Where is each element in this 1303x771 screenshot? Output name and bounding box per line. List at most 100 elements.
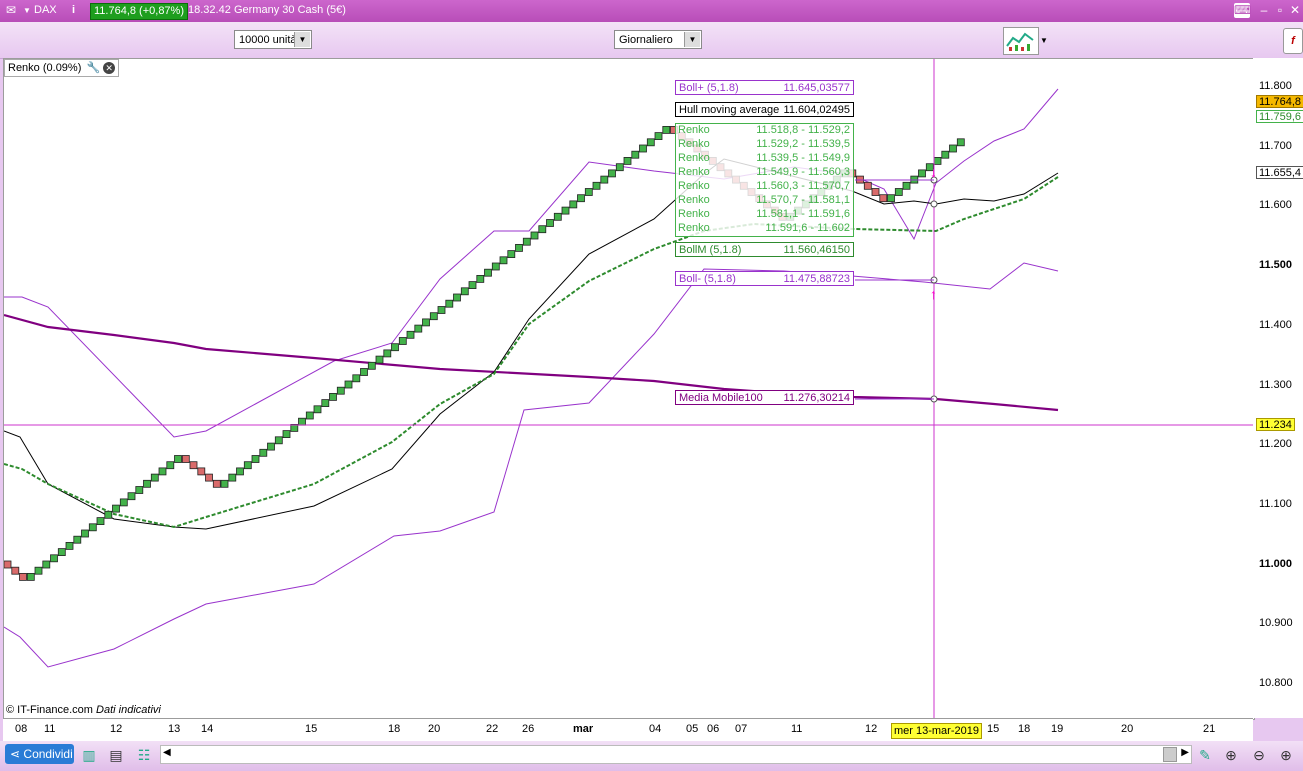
info-icon[interactable]: i (72, 4, 75, 16)
chevron-down-icon[interactable]: ▼ (684, 32, 700, 47)
renko-brick-up (592, 181, 601, 190)
last-price-tag: 11.764,8 (1256, 95, 1303, 108)
keyboard-icon[interactable]: ⌨ (1234, 3, 1251, 18)
renko-brick-up (42, 560, 51, 569)
renko-brick-up (57, 548, 66, 557)
renko-brick-up (391, 343, 399, 352)
x-tick-label: 19 (1051, 723, 1064, 735)
list-icon[interactable]: ▤ (106, 745, 126, 765)
tooltip-value: 11.560,46150 (783, 244, 850, 256)
renko-brick-up (282, 430, 291, 439)
horizontal-scrollbar[interactable]: ◀ ▶ (160, 745, 1192, 764)
scroll-right-icon[interactable]: ▶ (1181, 747, 1189, 758)
zoom-in-icon[interactable]: ⊕ (1276, 745, 1296, 765)
renko-brick-up (460, 287, 469, 296)
tooltip-label: Media Mobile100 (679, 392, 763, 404)
renko-brick-up (507, 250, 516, 259)
renko-brick-up (329, 392, 337, 401)
close-icon[interactable]: ✕ (1287, 3, 1303, 18)
x-tick-label: 07 (735, 723, 748, 735)
renko-brick-up (569, 200, 578, 209)
tooltip-value: 11.645,03577 (783, 82, 850, 94)
renko-brick-up (654, 132, 663, 140)
renko-row: Renko 11.529,2 - 11.539,5 (676, 138, 853, 152)
renko-brick-up (81, 529, 89, 538)
maximize-icon[interactable]: ▫ (1272, 3, 1288, 18)
x-tick-label: 22 (486, 723, 499, 735)
renko-brick-up (375, 355, 384, 364)
renko-brick-up (530, 231, 539, 240)
chevron-down-icon[interactable]: ▼ (294, 32, 310, 47)
renko-brick-up (243, 461, 252, 470)
share-icon: ⋖ (10, 747, 21, 761)
chart-type-button[interactable] (1003, 27, 1039, 55)
renko-brick-down (871, 188, 880, 196)
tooltip-renko: Renko 11.518,8 - 11.529,2 Renko 11.529,2 -… (675, 123, 854, 237)
tooltip-label: Boll- (5,1.8) (679, 273, 736, 285)
chart-toolbar: 10000 unità ▼ Giornaliero ▼ ▼ f (0, 22, 1303, 59)
price-axis[interactable]: 11.800 11.700 11.600 11.500 11.400 11.300 11.2… (1253, 58, 1303, 718)
y-tick-label: 11.400 (1259, 318, 1292, 331)
drawing-tool-icon[interactable]: ✎ (1195, 745, 1215, 765)
renko-brick-down (11, 566, 20, 575)
renko-brick-down (879, 194, 888, 203)
x-tick-label: 06 (707, 723, 720, 735)
date-axis[interactable]: 08 11 12 13 14 15 18 20 22 26 mar 04 05 06 07 11 12 15 18 1… (3, 718, 1253, 741)
renko-brick-up (104, 510, 113, 519)
zoom-out-icon[interactable]: ⊖ (1249, 745, 1269, 765)
zoom-fit-icon[interactable]: ⊕ (1221, 745, 1241, 765)
y-tick-label: 11.000 (1259, 557, 1293, 570)
arrow-up-icon: ↑ (930, 286, 937, 302)
renko-brick-up (561, 206, 570, 215)
renko-brick-up (259, 448, 268, 457)
renko-brick-up (344, 380, 353, 389)
share-button[interactable]: ⋖ Condividi (5, 744, 74, 764)
x-tick-label: 11 (44, 723, 56, 735)
renko-brick-up (538, 225, 547, 234)
y-tick-label: 11.600 (1259, 199, 1292, 212)
indicator-icon[interactable]: f (1283, 28, 1303, 54)
renko-row: Renko 11.549,9 - 11.560,3 (676, 166, 853, 180)
instrument-name[interactable]: DAX (34, 4, 57, 16)
indicators-icon[interactable]: ☷ (134, 745, 154, 765)
renko-brick-up (383, 349, 392, 358)
indicator-label[interactable]: Renko (0.09%) 🔧 ✕ (4, 59, 120, 77)
renko-brick-up (360, 368, 368, 376)
units-select[interactable]: 10000 unità ▼ (234, 30, 312, 49)
renko-brick-up (34, 566, 43, 575)
close-icon[interactable]: ✕ (103, 62, 116, 74)
renko-brick-down (863, 181, 872, 190)
chevron-down-icon[interactable]: ▼ (23, 6, 31, 15)
candlestick-icon[interactable]: ▥ (79, 745, 99, 765)
arrow-down-icon: ↓ (930, 164, 937, 180)
renko-brick-up (143, 479, 151, 488)
chart-area[interactable]: ↓ ↑ (3, 58, 1255, 720)
scrollbar-thumb[interactable] (1163, 747, 1177, 762)
renko-brick-up (941, 150, 950, 159)
y-tick-label: 11.100 (1259, 497, 1292, 510)
x-tick-label: 12 (110, 723, 123, 735)
renko-brick-up (267, 442, 275, 451)
chevron-down-icon[interactable]: ▼ (1040, 36, 1048, 45)
wrench-icon[interactable]: 🔧 (86, 62, 100, 74)
renko-row: Renko 11.539,5 - 11.549,9 (676, 152, 853, 166)
x-tick-label: 14 (201, 723, 214, 735)
renko-brick-up (321, 399, 330, 408)
renko-brick-up (584, 188, 593, 196)
x-tick-label: 21 (1203, 723, 1216, 735)
price-chart[interactable]: ↓↑ (4, 59, 1254, 719)
renko-row: Renko 11.581,1 - 11.591,6 (676, 208, 853, 222)
scroll-left-icon[interactable]: ◀ (163, 747, 171, 758)
minimize-icon[interactable]: – (1256, 3, 1272, 18)
renko-row: Renko 11.570,7 - 11.581,1 (676, 194, 853, 208)
renko-row-label: Renko (678, 194, 710, 206)
renko-brick-up (956, 138, 965, 147)
x-tick-label: 18 (388, 723, 401, 735)
y-tick-label: 10.800 (1259, 677, 1293, 689)
x-tick-label: 15 (987, 723, 1000, 735)
renko-row-label: Renko (678, 208, 710, 220)
period-select[interactable]: Giornaliero ▼ (614, 30, 702, 49)
app-menu-icon[interactable]: ✉ (6, 3, 16, 17)
renko-brick-up (429, 312, 438, 321)
renko-brick-up (546, 219, 554, 227)
